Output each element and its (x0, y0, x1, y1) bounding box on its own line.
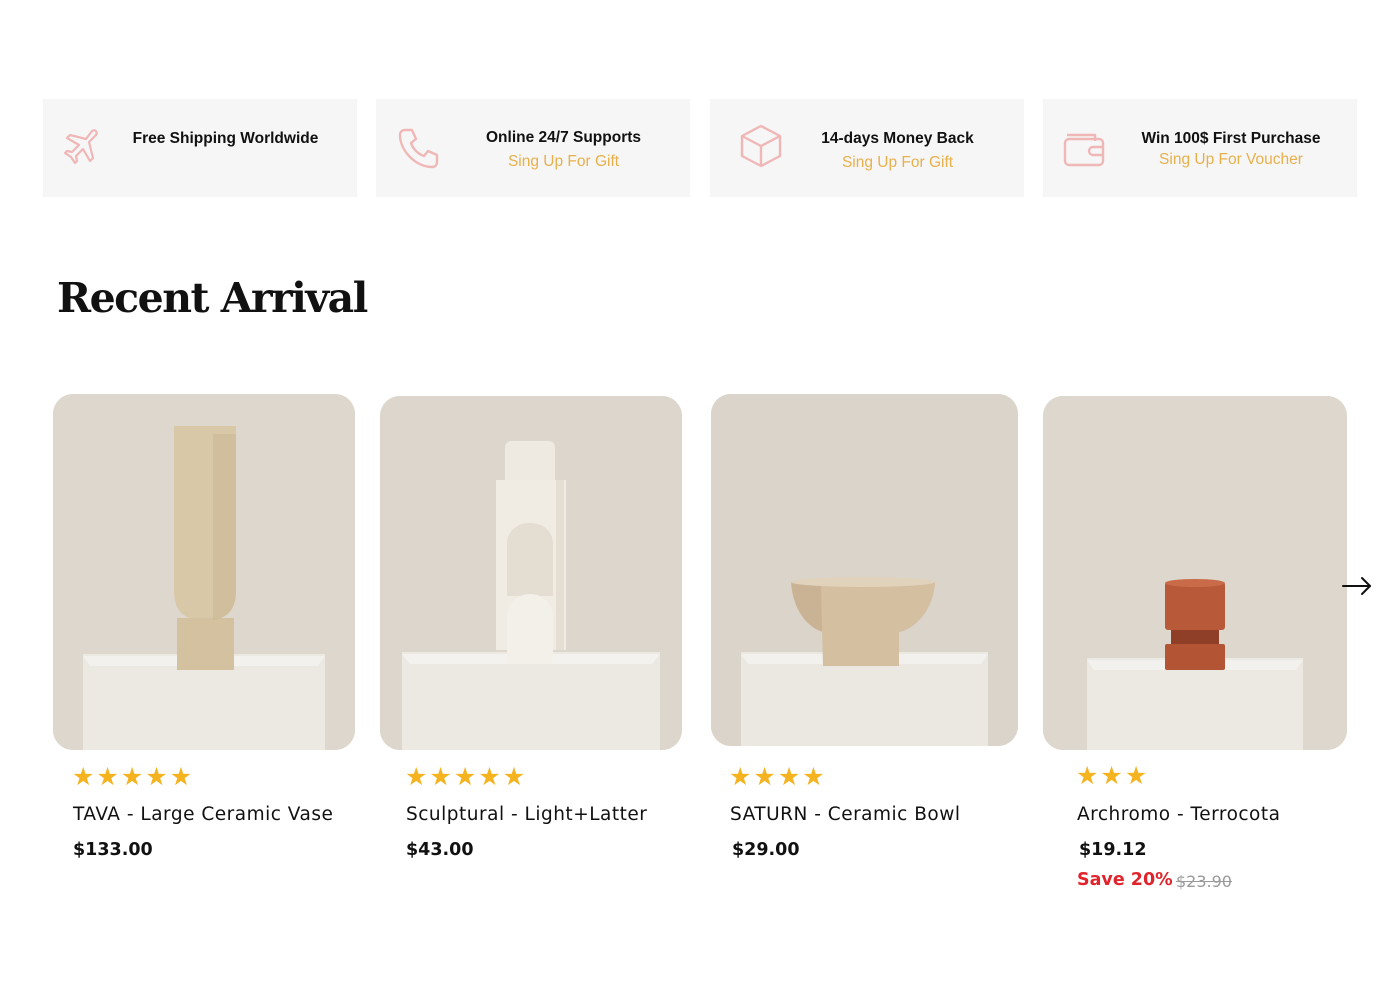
star-icon: ★ (502, 763, 526, 791)
product-name[interactable]: Archromo - Terrocota (1077, 804, 1280, 825)
product-price: $43.00 (406, 840, 474, 860)
star-icon: ★ (753, 763, 776, 791)
feature-first-purchase: Win 100$ First Purchase Sing Up For Vouc… (1043, 99, 1357, 197)
star-icon: ★ (72, 763, 95, 791)
star-icon: ★ (96, 763, 119, 791)
product-image[interactable] (380, 396, 682, 750)
feature-title: 14-days Money Back (821, 130, 974, 147)
star-icon: ★ (145, 763, 168, 791)
feature-title: Online 24/7 Supports (485, 129, 642, 146)
star-icon: ★ (453, 763, 477, 791)
rating-stars: ★ ★ ★ ★ (729, 765, 825, 790)
old-price: $23.90 (1176, 872, 1232, 891)
star-icon: ★ (729, 763, 752, 791)
product-name[interactable]: TAVA - Large Ceramic Vase (73, 804, 333, 825)
box-icon (738, 123, 784, 169)
product-name[interactable]: SATURN - Ceramic Bowl (730, 804, 961, 825)
feature-text: Online 24/7 Supports Sing Up For Gift (471, 129, 656, 171)
product-image[interactable] (711, 394, 1018, 746)
feature-text: Win 100$ First Purchase Sing Up For Vouc… (1131, 130, 1331, 169)
rating-stars: ★ ★ ★ ★ ★ (72, 765, 192, 790)
feature-subtitle[interactable]: Sing Up For Gift (805, 154, 990, 172)
feature-title: Win 100$ First Purchase (1141, 130, 1321, 147)
feature-subtitle[interactable]: Sing Up For Voucher (1131, 151, 1331, 169)
star-icon: ★ (1076, 762, 1099, 790)
star-icon: ★ (1100, 762, 1123, 790)
star-icon: ★ (478, 763, 501, 791)
wallet-icon (1061, 125, 1107, 171)
feature-support: Online 24/7 Supports Sing Up For Gift (376, 99, 690, 197)
rating-stars: ★ ★ ★ ★ ★ (405, 765, 525, 790)
feature-text: Free Shipping Worldwide (123, 130, 328, 148)
airplane-icon (59, 125, 105, 171)
rating-stars: ★ ★ ★ (1076, 764, 1147, 789)
product-price: $133.00 (73, 840, 153, 860)
arrow-right-icon[interactable] (1340, 572, 1374, 600)
star-icon: ★ (169, 763, 193, 791)
star-icon: ★ (429, 763, 452, 791)
section-title: Recent Arrival (57, 274, 368, 322)
feature-title: Free Shipping Worldwide (132, 130, 319, 147)
star-icon: ★ (802, 763, 825, 791)
product-name[interactable]: Sculptural - Light+Latter (406, 804, 647, 825)
product-image[interactable] (1043, 396, 1347, 750)
product-price: $19.12 (1079, 840, 1147, 860)
sale-badge: Save 20% (1077, 870, 1173, 890)
feature-free-shipping: Free Shipping Worldwide (43, 99, 357, 197)
star-icon: ★ (405, 763, 428, 791)
star-icon: ★ (120, 763, 144, 791)
star-icon: ★ (1124, 762, 1148, 790)
feature-money-back: 14-days Money Back Sing Up For Gift (710, 99, 1024, 197)
star-icon: ★ (777, 763, 801, 791)
product-price: $29.00 (732, 840, 800, 860)
feature-subtitle[interactable]: Sing Up For Gift (471, 153, 656, 171)
product-image[interactable] (53, 394, 355, 750)
feature-text: 14-days Money Back Sing Up For Gift (805, 130, 990, 172)
phone-icon (396, 125, 442, 171)
